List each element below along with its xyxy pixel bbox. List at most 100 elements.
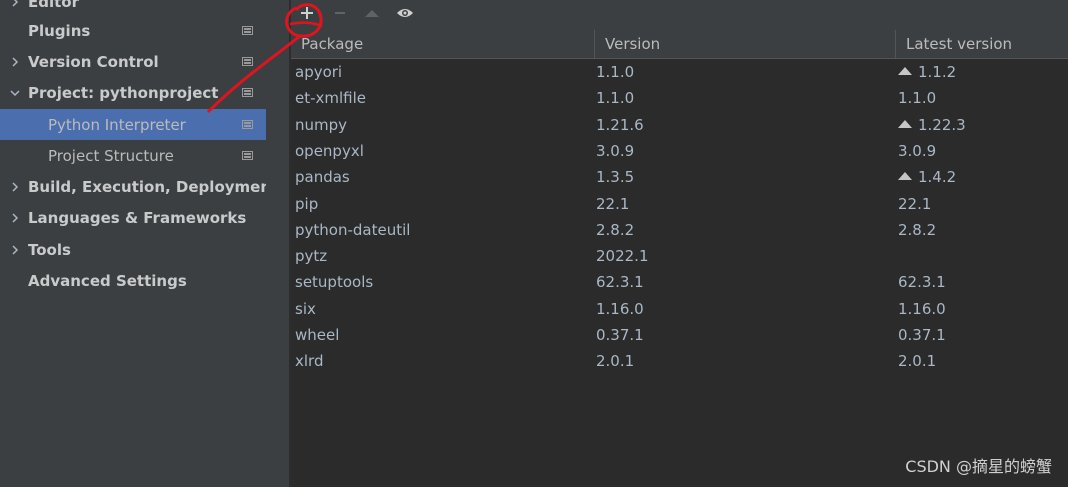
latest-version-text: 2.0.1 — [898, 352, 937, 371]
eye-icon — [397, 9, 413, 17]
package-latest-version: 2.8.2 — [898, 217, 936, 243]
table-row[interactable]: setuptools 62.3.1 62.3.1 — [291, 269, 1068, 295]
watermark: CSDN @摘星的螃蟹 — [905, 457, 1052, 476]
package-name: pytz — [295, 247, 328, 266]
package-version: 3.0.9 — [596, 141, 635, 160]
package-version: 1.3.5 — [596, 168, 635, 187]
package-latest-version: 1.1.0 — [898, 85, 936, 111]
package-version: 2022.1 — [596, 247, 649, 266]
show-early-releases-button[interactable] — [394, 2, 416, 24]
latest-version-text: 62.3.1 — [898, 273, 946, 292]
package-name: et-xmlfile — [295, 89, 367, 108]
sidebar-item[interactable]: Plugins — [0, 15, 266, 46]
latest-version-text: 2.8.2 — [898, 220, 937, 239]
package-version: 2.0.1 — [596, 352, 635, 371]
latest-version-text: 22.1 — [898, 194, 932, 213]
upgrade-available-icon — [898, 67, 912, 75]
package-name: xlrd — [295, 352, 324, 371]
chevron-down-icon[interactable] — [8, 86, 22, 100]
project-settings-icon — [242, 88, 253, 97]
table-row[interactable]: python-dateutil 2.8.2 2.8.2 — [291, 217, 1068, 243]
latest-version-text: 1.1.2 — [918, 63, 957, 81]
project-settings-icon — [242, 151, 253, 160]
table-row[interactable]: xlrd 2.0.1 2.0.1 — [291, 348, 1068, 374]
sidebar-item[interactable]: Languages & Frameworks — [0, 202, 266, 233]
upgrade-available-icon — [898, 172, 912, 181]
package-name: six — [295, 299, 316, 318]
package-version: 2.8.2 — [596, 220, 635, 239]
sidebar-item-label: Languages & Frameworks — [28, 208, 247, 227]
package-version: 1.1.0 — [596, 89, 635, 108]
package-version: 0.37.1 — [596, 326, 644, 344]
package-version: 62.3.1 — [596, 273, 644, 292]
package-name: pandas — [295, 168, 350, 187]
chevron-right-icon[interactable] — [8, 55, 22, 69]
latest-version-text: 1.22.3 — [918, 115, 966, 134]
sidebar-gap — [266, 0, 289, 487]
package-latest-version: 1.1.2 — [898, 59, 956, 85]
python-interpreter-panel: Package Version Latest version apyori 1.1… — [291, 0, 1068, 487]
sidebar-item-label: Plugins — [28, 21, 91, 40]
latest-version-text: 3.0.9 — [898, 141, 937, 160]
sidebar-item[interactable]: Version Control — [0, 46, 266, 77]
package-name: pip — [295, 194, 319, 213]
package-name: wheel — [295, 326, 340, 344]
packages-table-header: Package Version Latest version — [291, 30, 1068, 59]
table-row[interactable]: wheel 0.37.1 0.37.1 — [291, 322, 1068, 348]
sidebar-item-label: Editor — [28, 0, 79, 11]
table-row[interactable]: numpy 1.21.6 1.22.3 — [291, 112, 1068, 138]
package-latest-version: 2.0.1 — [898, 348, 936, 374]
sidebar-item-label: Project: pythonproject — [28, 83, 219, 102]
chevron-right-icon[interactable] — [8, 243, 22, 257]
table-row[interactable]: et-xmlfile 1.1.0 1.1.0 — [291, 85, 1068, 111]
project-settings-icon — [242, 57, 253, 66]
sidebar-item-label: Advanced Settings — [28, 271, 187, 290]
packages-toolbar — [291, 0, 1068, 28]
package-name: setuptools — [295, 273, 374, 292]
sidebar-item-label: Project Structure — [48, 146, 174, 165]
table-row[interactable]: pytz 2022.1 — [291, 243, 1068, 269]
package-name: numpy — [295, 115, 348, 134]
latest-version-text: 1.4.2 — [918, 168, 957, 187]
table-row[interactable]: pandas 1.3.5 1.4.2 — [291, 164, 1068, 190]
chevron-right-icon[interactable] — [8, 180, 22, 194]
package-latest-version: 22.1 — [898, 191, 931, 217]
column-header-version[interactable]: Version — [595, 30, 895, 58]
package-version: 1.16.0 — [596, 299, 644, 318]
sidebar-item[interactable]: Advanced Settings — [0, 265, 266, 296]
sidebar-item[interactable]: Tools — [0, 234, 266, 265]
package-name: python-dateutil — [295, 220, 411, 239]
package-version: 22.1 — [596, 194, 630, 213]
latest-version-text: 1.16.0 — [898, 299, 946, 318]
package-latest-version: 0.37.1 — [898, 322, 946, 348]
table-row[interactable]: pip 22.1 22.1 — [291, 191, 1068, 217]
column-header-package[interactable]: Package — [291, 30, 594, 58]
settings-sidebar: Editor Plugins Version Control Project: pyt… — [0, 0, 278, 487]
chevron-right-icon[interactable] — [8, 0, 22, 9]
upgrade-package-button[interactable] — [361, 2, 383, 24]
package-latest-version: 62.3.1 — [898, 269, 946, 295]
table-row[interactable]: apyori 1.1.0 1.1.2 — [291, 59, 1068, 85]
add-package-button[interactable] — [296, 2, 318, 24]
package-name: openpyxl — [295, 141, 364, 160]
sidebar-item-label: Tools — [28, 240, 71, 259]
upgrade-available-icon — [898, 119, 912, 128]
remove-package-button[interactable] — [329, 2, 351, 24]
package-version: 1.21.6 — [596, 115, 644, 134]
column-header-latest-version[interactable]: Latest version — [896, 30, 1068, 58]
package-name: apyori — [295, 63, 343, 81]
chevron-right-icon[interactable] — [8, 211, 22, 225]
table-row[interactable]: openpyxl 3.0.9 3.0.9 — [291, 138, 1068, 164]
triangle-up-icon — [365, 10, 379, 17]
package-latest-version: 1.16.0 — [898, 296, 946, 322]
sidebar-item[interactable]: Project Structure — [0, 140, 266, 171]
package-latest-version: 1.22.3 — [898, 112, 966, 138]
table-row[interactable]: six 1.16.0 1.16.0 — [291, 296, 1068, 322]
sidebar-item-label: Version Control — [28, 52, 159, 71]
packages-table-body: apyori 1.1.0 1.1.2 et-xmlfile 1.1.0 1.1.0 nump… — [291, 59, 1068, 487]
project-settings-icon — [242, 120, 253, 129]
sidebar-item[interactable]: Build, Execution, Deployment — [0, 171, 278, 202]
sidebar-item[interactable]: Project: pythonproject — [0, 77, 266, 108]
sidebar-item[interactable]: Python Interpreter — [0, 109, 266, 140]
minus-icon — [335, 12, 345, 14]
